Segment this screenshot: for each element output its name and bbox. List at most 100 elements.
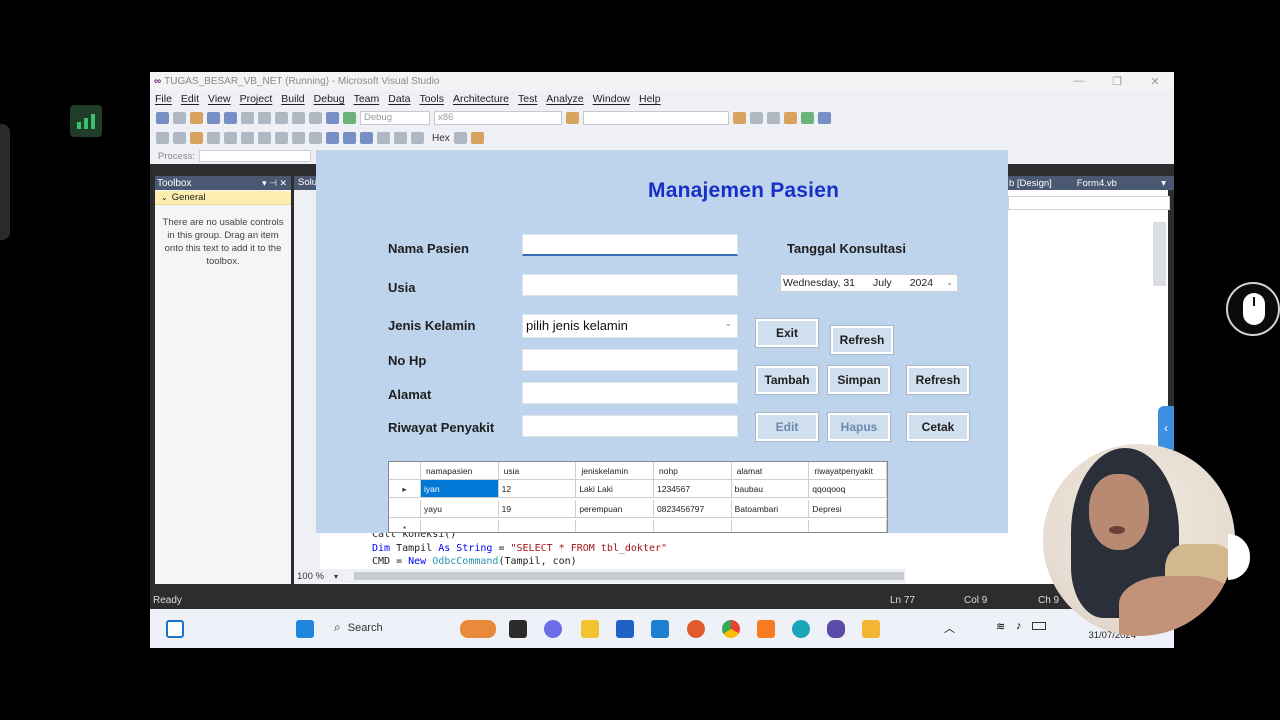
grid-cell[interactable]: 19 <box>498 500 577 518</box>
hex-button[interactable]: Hex <box>432 133 450 144</box>
exit-button[interactable]: Exit <box>755 318 819 348</box>
cetak-button[interactable]: Cetak <box>906 412 970 442</box>
file-explorer-icon[interactable] <box>581 620 599 638</box>
menu-file[interactable]: File <box>155 93 172 105</box>
editor-hscroll[interactable] <box>354 572 904 580</box>
next-bookmark-icon[interactable] <box>309 132 322 144</box>
grid-cell[interactable]: qqoqooq <box>809 480 887 498</box>
menu-debug[interactable]: Debug <box>314 93 345 105</box>
running-form-icon[interactable] <box>862 620 880 638</box>
mouse-icon[interactable] <box>1226 282 1280 336</box>
menu-data[interactable]: Data <box>388 93 410 105</box>
column-header[interactable]: alamat <box>731 462 810 480</box>
continue-icon[interactable] <box>326 132 339 144</box>
grid-cell[interactable]: Batoambari <box>731 500 810 518</box>
grid-cell[interactable]: yayu <box>421 500 499 518</box>
patients-datagrid[interactable]: namapasien usia jeniskelamin nohp alamat… <box>388 461 888 533</box>
grid-cell[interactable]: baubau <box>731 480 810 498</box>
break-all-icon[interactable] <box>343 132 356 144</box>
menu-tools[interactable]: Tools <box>419 93 444 105</box>
nama-pasien-input[interactable] <box>522 234 738 256</box>
process-select[interactable] <box>198 150 311 162</box>
comment-icon[interactable] <box>241 132 254 144</box>
grid-cell[interactable]: 1234567 <box>653 480 732 498</box>
editor-vscroll-thumb[interactable] <box>1153 222 1166 286</box>
new-row-star-icon[interactable]: * <box>389 520 422 532</box>
step-over-icon[interactable] <box>394 132 407 144</box>
start-icon[interactable] <box>343 112 356 124</box>
code-text[interactable]: Call koneksi() Dim Tampil As String = "SE… <box>372 528 667 569</box>
webcam-handle[interactable] <box>1228 534 1250 580</box>
object-browser-icon[interactable] <box>767 112 780 124</box>
toolbox-icon[interactable] <box>784 112 797 124</box>
volume-icon[interactable]: ♪ <box>1016 620 1022 632</box>
tray-chevron-icon[interactable]: ︿ <box>944 620 955 636</box>
indent-icon[interactable] <box>207 132 220 144</box>
tanggal-konsultasi-datepicker[interactable]: Wednesday, 31 July 2024 ⌄ <box>780 274 958 292</box>
hapus-button[interactable]: Hapus <box>827 412 891 442</box>
tab-form4-vb[interactable]: Form4.vb <box>1077 178 1117 189</box>
step-out-icon[interactable] <box>411 132 424 144</box>
riwayat-penyakit-input[interactable] <box>522 415 738 437</box>
menu-team[interactable]: Team <box>354 93 380 105</box>
refresh-button-top[interactable]: Refresh <box>830 325 894 355</box>
stop-debugging-icon[interactable] <box>360 132 373 144</box>
food-widget-icon[interactable] <box>460 620 496 638</box>
no-hp-input[interactable] <box>522 349 738 371</box>
tab-form-design[interactable]: b [Design] <box>1009 178 1052 189</box>
minimize-icon[interactable]: — <box>1060 75 1098 87</box>
menu-project[interactable]: Project <box>240 93 273 105</box>
layout-icon[interactable] <box>156 132 169 144</box>
threads-icon[interactable] <box>453 132 467 144</box>
remote-desktop-icon[interactable] <box>651 620 669 638</box>
grid-cell[interactable]: perempuan <box>576 500 654 518</box>
grid-cell[interactable] <box>732 520 810 532</box>
widgets-icon[interactable] <box>166 620 184 638</box>
row-header[interactable] <box>389 500 422 518</box>
align-icon[interactable] <box>173 132 186 144</box>
zoom-level[interactable]: 100 % <box>297 571 324 582</box>
extension-icon[interactable] <box>818 112 831 124</box>
taskbar-search[interactable]: ⌕ Search <box>334 620 383 635</box>
format-icon[interactable] <box>190 132 203 144</box>
simpan-button[interactable]: Simpan <box>827 365 891 395</box>
outdent-icon[interactable] <box>224 132 237 144</box>
refresh-button[interactable]: Refresh <box>906 365 970 395</box>
zoom-dropdown-icon[interactable]: ▾ <box>334 572 338 581</box>
menu-analyze[interactable]: Analyze <box>546 93 583 105</box>
grid-cell[interactable] <box>499 520 577 532</box>
grid-cell[interactable] <box>576 520 654 532</box>
prev-bookmark-icon[interactable] <box>292 132 305 144</box>
save-icon[interactable] <box>207 112 220 124</box>
find-icon[interactable] <box>566 112 579 124</box>
jenis-kelamin-select[interactable]: pilih jenis kelamin ⌄ <box>522 314 738 338</box>
chart-icon[interactable] <box>70 105 102 137</box>
column-header[interactable]: jeniskelamin <box>576 462 654 480</box>
grid-cell[interactable]: Depresi <box>809 500 887 518</box>
menu-test[interactable]: Test <box>518 93 537 105</box>
side-pill-handle[interactable] <box>0 124 10 240</box>
column-header[interactable]: nohp <box>654 462 732 480</box>
teams-icon[interactable] <box>544 620 562 638</box>
start-page-icon[interactable] <box>801 112 814 124</box>
menu-help[interactable]: Help <box>639 93 661 105</box>
store-icon[interactable] <box>616 620 634 638</box>
bookmark-icon[interactable] <box>275 132 288 144</box>
menu-window[interactable]: Window <box>593 93 630 105</box>
copy-icon[interactable] <box>258 112 271 124</box>
paste-icon[interactable] <box>275 112 288 124</box>
side-panel-toggle-icon[interactable]: ‹ <box>1158 406 1174 450</box>
current-row-arrow-icon[interactable]: ▸ <box>389 480 422 498</box>
grid-cell[interactable] <box>654 520 732 532</box>
wifi-icon[interactable]: ≋ <box>996 620 1005 633</box>
find-combo[interactable] <box>583 111 729 125</box>
chrome-icon[interactable] <box>722 620 740 638</box>
visual-studio-icon[interactable] <box>827 620 845 638</box>
tambah-button[interactable]: Tambah <box>755 365 819 395</box>
xampp-icon[interactable] <box>757 620 775 638</box>
column-header[interactable]: namapasien <box>420 462 499 480</box>
menu-view[interactable]: View <box>208 93 231 105</box>
edge-icon[interactable] <box>792 620 810 638</box>
solution-explorer-icon[interactable] <box>733 112 746 124</box>
grid-cell[interactable] <box>809 520 887 532</box>
